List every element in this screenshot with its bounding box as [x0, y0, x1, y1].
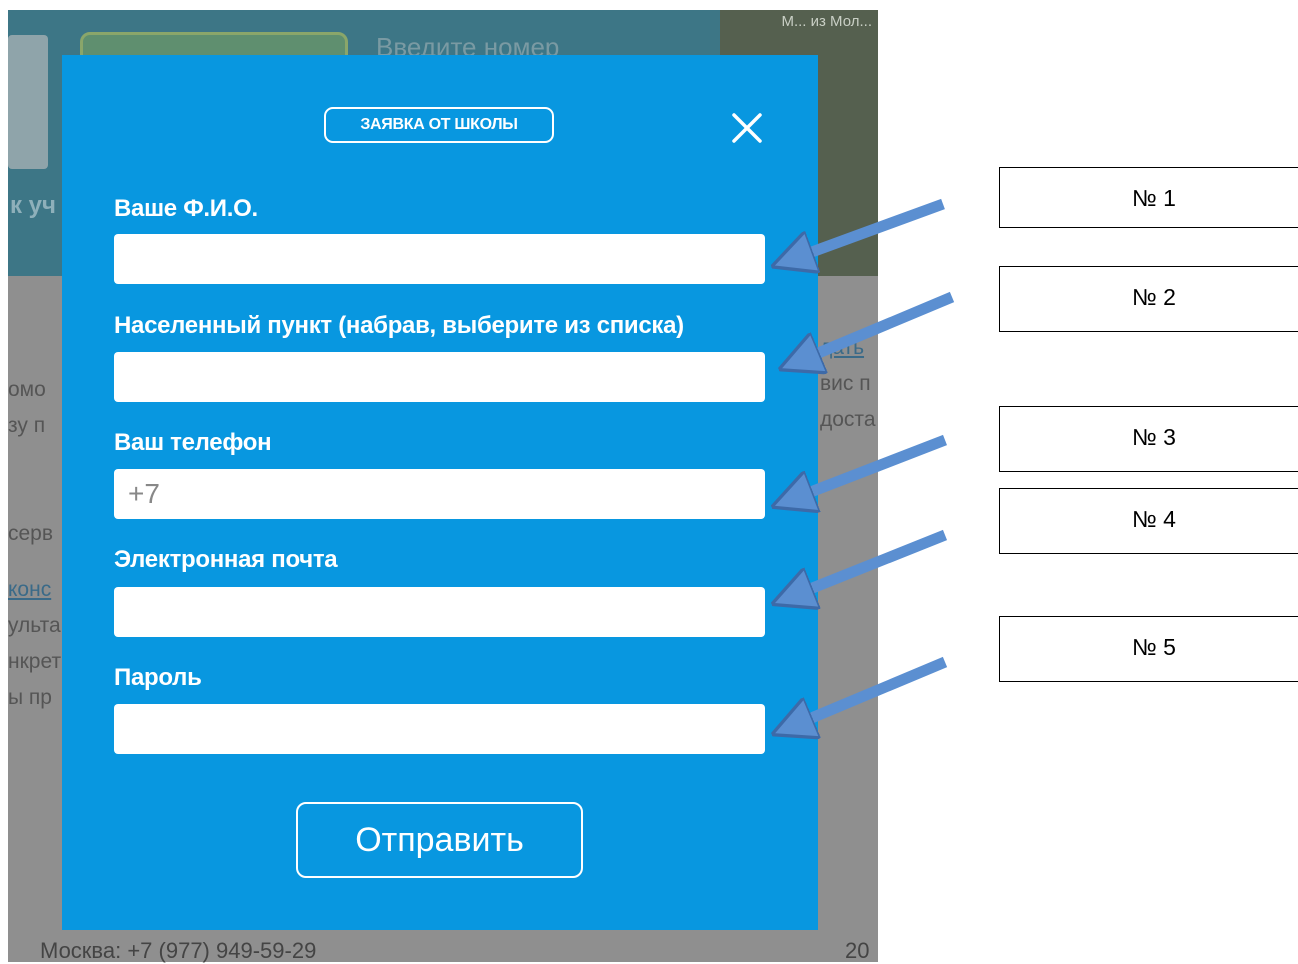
background-block: [8, 35, 48, 169]
annotation-box-4: № 4: [999, 488, 1298, 554]
password-label: Пароль: [114, 664, 202, 691]
background-footer: Москва: +7 (977) 949-59-29: [40, 938, 317, 963]
settlement-label: Населенный пункт (набрав, выберите из сп…: [114, 312, 684, 339]
bg-line: нкрет: [8, 650, 62, 673]
modal-title-badge: ЗАЯВКА ОТ ШКОЛЫ: [324, 107, 554, 143]
annotation-box-2: № 2: [999, 266, 1298, 332]
annotation-box-1: № 1: [999, 167, 1298, 228]
annotation-label: № 3: [1132, 424, 1176, 450]
bg-line: ы пр: [8, 686, 52, 709]
phone-input[interactable]: [114, 469, 765, 519]
school-request-modal: ЗАЯВКА ОТ ШКОЛЫ Ваше Ф.И.О. Населенный п…: [62, 55, 818, 930]
bg-line: ульта: [8, 614, 61, 637]
email-label: Электронная почта: [114, 546, 338, 573]
annotation-box-5: № 5: [999, 616, 1298, 682]
background-link: к уч: [10, 192, 56, 219]
bg-line: конс: [8, 578, 52, 601]
fio-label: Ваше Ф.И.О.: [114, 195, 258, 222]
illustration-text: М... из Мол...: [781, 13, 872, 30]
annotation-label: № 1: [1132, 185, 1176, 211]
submit-button[interactable]: Отправить: [296, 802, 583, 878]
fio-input[interactable]: [114, 234, 765, 284]
annotation-label: № 2: [1132, 284, 1176, 310]
annotation-label: № 4: [1132, 506, 1176, 532]
bg-line: серв: [8, 522, 54, 545]
bg-line: вис п: [820, 372, 871, 395]
background-text-right: дать вис п доста: [820, 330, 876, 438]
background-text-left: омо зу п серв конс ульта нкрет ы пр: [8, 372, 61, 716]
bg-line: [8, 444, 61, 516]
bg-line: [8, 552, 61, 572]
bg-line: зу п: [8, 414, 46, 437]
phone-label: Ваш телефон: [114, 429, 272, 456]
background-footer-right: 20: [845, 938, 870, 963]
bg-line: дать: [820, 336, 865, 359]
close-icon[interactable]: [730, 111, 764, 145]
password-input[interactable]: [114, 704, 765, 754]
settlement-input[interactable]: [114, 352, 765, 402]
email-input[interactable]: [114, 587, 765, 637]
bg-line: доста: [820, 408, 876, 431]
annotation-box-3: № 3: [999, 406, 1298, 472]
annotation-label: № 5: [1132, 634, 1176, 660]
bg-line: омо: [8, 378, 46, 401]
